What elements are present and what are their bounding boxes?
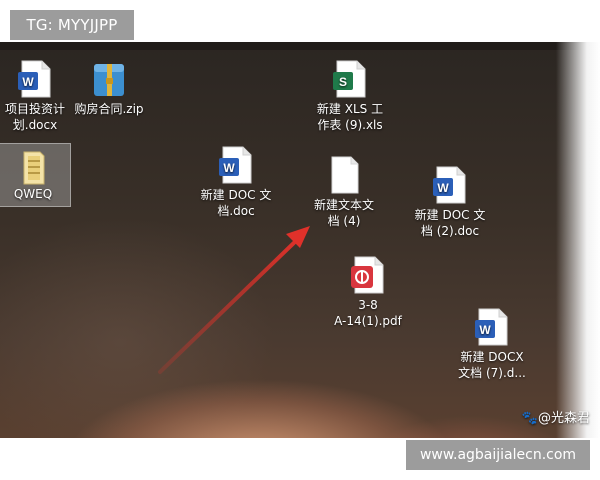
url-label-banner: www.agbaijialecn.com <box>406 440 590 470</box>
red-arrow-annotation <box>158 226 310 374</box>
desktop-area[interactable]: W 项目投资计 划.docx 购房合同.zip QWEQ S 新建 XLS 工 … <box>0 42 600 438</box>
tg-label-banner: TG: MYYJJPP <box>10 10 134 40</box>
watermark-text: 🐾@光森君 <box>521 411 590 426</box>
